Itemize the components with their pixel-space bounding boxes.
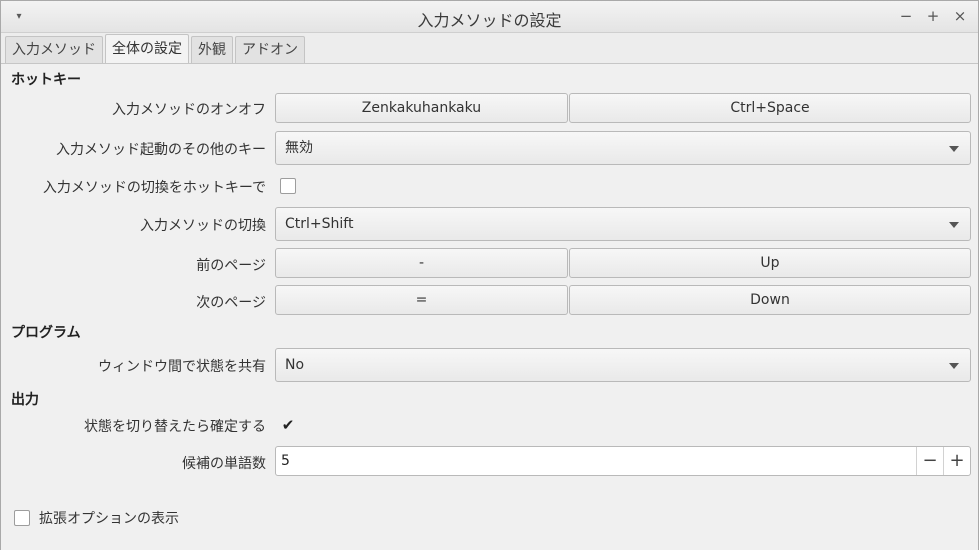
candidate-count-value[interactable]: 5 [281, 447, 290, 475]
tab-content: ホットキー 入力メソッドのオンオフ Zenkakuhankaku Ctrl+Sp… [1, 63, 978, 550]
prev-page-key2-button[interactable]: Up [569, 248, 971, 278]
show-advanced-label: 拡張オプションの表示 [39, 511, 179, 527]
increment-button[interactable]: + [943, 447, 970, 475]
share-state-value: No [285, 357, 305, 373]
share-state-combo[interactable]: No [275, 348, 971, 382]
close-button[interactable]: × [950, 6, 970, 26]
toggle-im-label: 入力メソッドのオンオフ [112, 102, 266, 118]
dropdown-arrow-icon [949, 222, 959, 228]
dropdown-arrow-icon [949, 363, 959, 369]
extra-trigger-label: 入力メソッド起動のその他のキー [56, 142, 266, 158]
maximize-button[interactable]: + [923, 6, 943, 26]
prev-page-label: 前のページ [196, 258, 266, 274]
next-page-key2-button[interactable]: Down [569, 285, 971, 315]
switch-im-label: 入力メソッドの切換 [140, 218, 266, 234]
output-section-title: 出力 [11, 392, 39, 408]
share-state-label: ウィンドウ間で状態を共有 [98, 359, 266, 375]
tab-appearance[interactable]: 外観 [191, 36, 233, 64]
next-page-label: 次のページ [196, 295, 266, 311]
hotkey-section-title: ホットキー [11, 72, 81, 88]
prev-page-key1-button[interactable]: - [275, 248, 568, 278]
extra-trigger-value: 無効 [285, 140, 313, 156]
switch-with-hotkey-checkbox[interactable] [280, 178, 296, 194]
extra-trigger-combo[interactable]: 無効 [275, 131, 971, 165]
candidate-count-label: 候補の単語数 [182, 456, 266, 472]
window-title: 入力メソッドの設定 [417, 11, 562, 30]
title-bar[interactable]: ▾ 入力メソッドの設定 − + × [1, 1, 978, 33]
tab-addons[interactable]: アドオン [235, 36, 305, 64]
switch-im-value: Ctrl+Shift [285, 216, 354, 232]
candidate-count-spinbox[interactable]: 5 − + [275, 446, 971, 476]
toggle-im-key2-button[interactable]: Ctrl+Space [569, 93, 971, 123]
check-icon: ✔ [281, 416, 295, 434]
tab-bar: 入力メソッド 全体の設定 外観 アドオン [5, 34, 305, 64]
switch-with-hotkey-label: 入力メソッドの切換をホットキーで [42, 180, 266, 196]
toggle-im-key1-button[interactable]: Zenkakuhankaku [275, 93, 568, 123]
program-section-title: プログラム [11, 325, 81, 341]
tab-global-config[interactable]: 全体の設定 [105, 34, 189, 64]
commit-on-switch-label: 状態を切り替えたら確定する [84, 419, 266, 435]
show-advanced-checkbox[interactable] [14, 510, 30, 526]
next-page-key1-button[interactable]: = [275, 285, 568, 315]
commit-on-switch-checkbox[interactable]: ✔ [280, 417, 296, 433]
dropdown-arrow-icon [949, 146, 959, 152]
tab-input-methods[interactable]: 入力メソッド [5, 36, 103, 64]
switch-im-combo[interactable]: Ctrl+Shift [275, 207, 971, 241]
minimize-button[interactable]: − [896, 6, 916, 26]
settings-window: ▾ 入力メソッドの設定 − + × 入力メソッド 全体の設定 外観 アドオン ホ… [0, 0, 979, 550]
decrement-button[interactable]: − [916, 447, 943, 475]
